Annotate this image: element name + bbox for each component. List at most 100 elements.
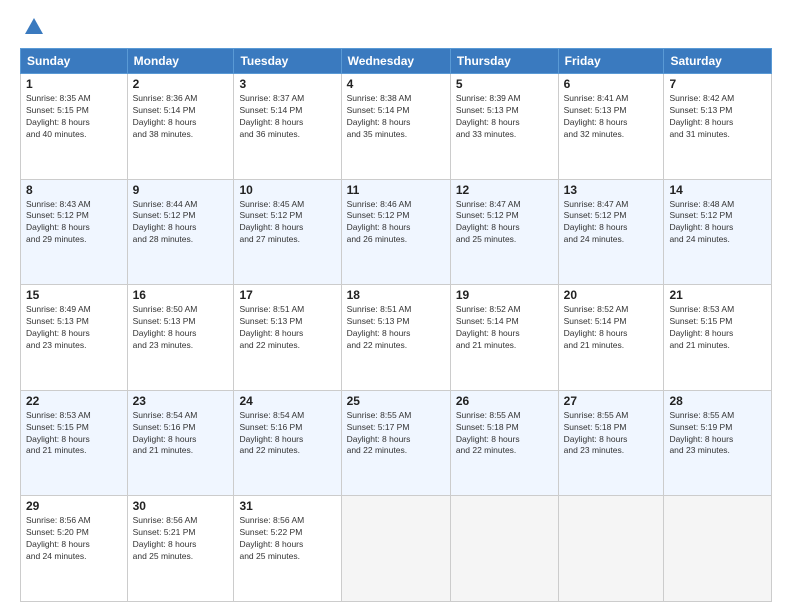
- day-number: 28: [669, 394, 766, 408]
- day-cell: 21 Sunrise: 8:53 AMSunset: 5:15 PMDaylig…: [664, 285, 772, 391]
- logo-text: [20, 16, 48, 38]
- day-cell: 28 Sunrise: 8:55 AMSunset: 5:19 PMDaylig…: [664, 390, 772, 496]
- day-cell: 25 Sunrise: 8:55 AMSunset: 5:17 PMDaylig…: [341, 390, 450, 496]
- day-cell: 31 Sunrise: 8:56 AMSunset: 5:22 PMDaylig…: [234, 496, 341, 602]
- day-number: 30: [133, 499, 229, 513]
- day-number: 11: [347, 183, 445, 197]
- day-cell: 7 Sunrise: 8:42 AMSunset: 5:13 PMDayligh…: [664, 74, 772, 180]
- day-number: 29: [26, 499, 122, 513]
- column-header-monday: Monday: [127, 49, 234, 74]
- calendar-header-row: SundayMondayTuesdayWednesdayThursdayFrid…: [21, 49, 772, 74]
- day-info: Sunrise: 8:38 AMSunset: 5:14 PMDaylight:…: [347, 93, 445, 141]
- day-cell: 8 Sunrise: 8:43 AMSunset: 5:12 PMDayligh…: [21, 179, 128, 285]
- day-info: Sunrise: 8:52 AMSunset: 5:14 PMDaylight:…: [564, 304, 659, 352]
- day-cell: 26 Sunrise: 8:55 AMSunset: 5:18 PMDaylig…: [450, 390, 558, 496]
- day-cell: 16 Sunrise: 8:50 AMSunset: 5:13 PMDaylig…: [127, 285, 234, 391]
- day-info: Sunrise: 8:54 AMSunset: 5:16 PMDaylight:…: [133, 410, 229, 458]
- day-info: Sunrise: 8:44 AMSunset: 5:12 PMDaylight:…: [133, 199, 229, 247]
- header: [20, 16, 772, 38]
- day-number: 31: [239, 499, 335, 513]
- day-number: 19: [456, 288, 553, 302]
- day-number: 7: [669, 77, 766, 91]
- day-number: 14: [669, 183, 766, 197]
- day-cell: 3 Sunrise: 8:37 AMSunset: 5:14 PMDayligh…: [234, 74, 341, 180]
- day-info: Sunrise: 8:45 AMSunset: 5:12 PMDaylight:…: [239, 199, 335, 247]
- day-info: Sunrise: 8:46 AMSunset: 5:12 PMDaylight:…: [347, 199, 445, 247]
- day-info: Sunrise: 8:56 AMSunset: 5:21 PMDaylight:…: [133, 515, 229, 563]
- day-info: Sunrise: 8:51 AMSunset: 5:13 PMDaylight:…: [239, 304, 335, 352]
- week-row-1: 1 Sunrise: 8:35 AMSunset: 5:15 PMDayligh…: [21, 74, 772, 180]
- day-cell: 14 Sunrise: 8:48 AMSunset: 5:12 PMDaylig…: [664, 179, 772, 285]
- day-number: 22: [26, 394, 122, 408]
- day-info: Sunrise: 8:36 AMSunset: 5:14 PMDaylight:…: [133, 93, 229, 141]
- day-number: 5: [456, 77, 553, 91]
- column-header-wednesday: Wednesday: [341, 49, 450, 74]
- week-row-5: 29 Sunrise: 8:56 AMSunset: 5:20 PMDaylig…: [21, 496, 772, 602]
- day-info: Sunrise: 8:51 AMSunset: 5:13 PMDaylight:…: [347, 304, 445, 352]
- day-cell: 19 Sunrise: 8:52 AMSunset: 5:14 PMDaylig…: [450, 285, 558, 391]
- day-cell: 12 Sunrise: 8:47 AMSunset: 5:12 PMDaylig…: [450, 179, 558, 285]
- day-number: 10: [239, 183, 335, 197]
- day-number: 18: [347, 288, 445, 302]
- day-cell: 27 Sunrise: 8:55 AMSunset: 5:18 PMDaylig…: [558, 390, 664, 496]
- day-number: 17: [239, 288, 335, 302]
- day-cell: 29 Sunrise: 8:56 AMSunset: 5:20 PMDaylig…: [21, 496, 128, 602]
- day-info: Sunrise: 8:55 AMSunset: 5:17 PMDaylight:…: [347, 410, 445, 458]
- day-info: Sunrise: 8:56 AMSunset: 5:20 PMDaylight:…: [26, 515, 122, 563]
- day-number: 26: [456, 394, 553, 408]
- week-row-4: 22 Sunrise: 8:53 AMSunset: 5:15 PMDaylig…: [21, 390, 772, 496]
- logo-area: [20, 16, 48, 38]
- day-cell: 17 Sunrise: 8:51 AMSunset: 5:13 PMDaylig…: [234, 285, 341, 391]
- day-cell: 15 Sunrise: 8:49 AMSunset: 5:13 PMDaylig…: [21, 285, 128, 391]
- day-number: 12: [456, 183, 553, 197]
- day-cell: 22 Sunrise: 8:53 AMSunset: 5:15 PMDaylig…: [21, 390, 128, 496]
- day-number: 3: [239, 77, 335, 91]
- day-info: Sunrise: 8:43 AMSunset: 5:12 PMDaylight:…: [26, 199, 122, 247]
- day-cell: 30 Sunrise: 8:56 AMSunset: 5:21 PMDaylig…: [127, 496, 234, 602]
- day-info: Sunrise: 8:56 AMSunset: 5:22 PMDaylight:…: [239, 515, 335, 563]
- day-info: Sunrise: 8:35 AMSunset: 5:15 PMDaylight:…: [26, 93, 122, 141]
- day-cell: [341, 496, 450, 602]
- day-cell: 2 Sunrise: 8:36 AMSunset: 5:14 PMDayligh…: [127, 74, 234, 180]
- column-header-friday: Friday: [558, 49, 664, 74]
- day-cell: 13 Sunrise: 8:47 AMSunset: 5:12 PMDaylig…: [558, 179, 664, 285]
- day-number: 20: [564, 288, 659, 302]
- day-info: Sunrise: 8:53 AMSunset: 5:15 PMDaylight:…: [669, 304, 766, 352]
- week-row-3: 15 Sunrise: 8:49 AMSunset: 5:13 PMDaylig…: [21, 285, 772, 391]
- day-number: 1: [26, 77, 122, 91]
- day-info: Sunrise: 8:50 AMSunset: 5:13 PMDaylight:…: [133, 304, 229, 352]
- day-cell: 10 Sunrise: 8:45 AMSunset: 5:12 PMDaylig…: [234, 179, 341, 285]
- day-number: 24: [239, 394, 335, 408]
- day-info: Sunrise: 8:54 AMSunset: 5:16 PMDaylight:…: [239, 410, 335, 458]
- day-info: Sunrise: 8:39 AMSunset: 5:13 PMDaylight:…: [456, 93, 553, 141]
- day-cell: 6 Sunrise: 8:41 AMSunset: 5:13 PMDayligh…: [558, 74, 664, 180]
- day-number: 16: [133, 288, 229, 302]
- day-info: Sunrise: 8:47 AMSunset: 5:12 PMDaylight:…: [456, 199, 553, 247]
- day-info: Sunrise: 8:41 AMSunset: 5:13 PMDaylight:…: [564, 93, 659, 141]
- logo-icon: [23, 16, 45, 38]
- day-info: Sunrise: 8:55 AMSunset: 5:19 PMDaylight:…: [669, 410, 766, 458]
- day-info: Sunrise: 8:55 AMSunset: 5:18 PMDaylight:…: [564, 410, 659, 458]
- day-number: 6: [564, 77, 659, 91]
- day-cell: [450, 496, 558, 602]
- column-header-saturday: Saturday: [664, 49, 772, 74]
- day-info: Sunrise: 8:48 AMSunset: 5:12 PMDaylight:…: [669, 199, 766, 247]
- day-cell: 5 Sunrise: 8:39 AMSunset: 5:13 PMDayligh…: [450, 74, 558, 180]
- day-cell: 1 Sunrise: 8:35 AMSunset: 5:15 PMDayligh…: [21, 74, 128, 180]
- day-info: Sunrise: 8:55 AMSunset: 5:18 PMDaylight:…: [456, 410, 553, 458]
- calendar-table: SundayMondayTuesdayWednesdayThursdayFrid…: [20, 48, 772, 602]
- day-number: 21: [669, 288, 766, 302]
- day-info: Sunrise: 8:52 AMSunset: 5:14 PMDaylight:…: [456, 304, 553, 352]
- column-header-sunday: Sunday: [21, 49, 128, 74]
- day-info: Sunrise: 8:53 AMSunset: 5:15 PMDaylight:…: [26, 410, 122, 458]
- day-cell: [558, 496, 664, 602]
- day-number: 25: [347, 394, 445, 408]
- day-cell: 24 Sunrise: 8:54 AMSunset: 5:16 PMDaylig…: [234, 390, 341, 496]
- day-number: 2: [133, 77, 229, 91]
- column-header-thursday: Thursday: [450, 49, 558, 74]
- day-number: 9: [133, 183, 229, 197]
- page: SundayMondayTuesdayWednesdayThursdayFrid…: [0, 0, 792, 612]
- day-cell: 20 Sunrise: 8:52 AMSunset: 5:14 PMDaylig…: [558, 285, 664, 391]
- day-info: Sunrise: 8:42 AMSunset: 5:13 PMDaylight:…: [669, 93, 766, 141]
- day-number: 23: [133, 394, 229, 408]
